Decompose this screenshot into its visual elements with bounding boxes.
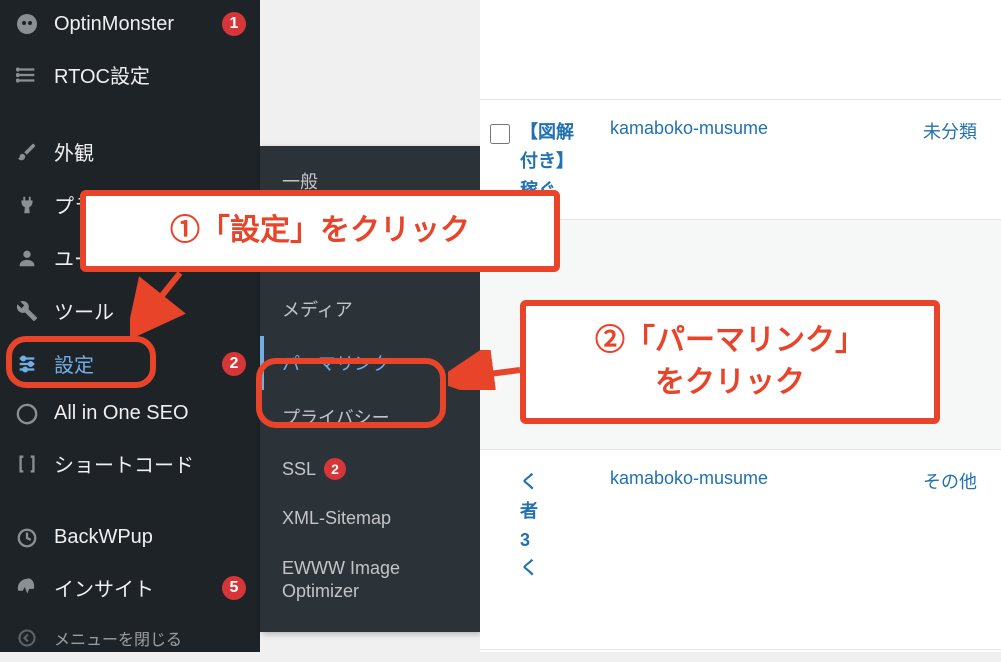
- sidebar-item-rtoc[interactable]: RTOC設定: [0, 48, 260, 101]
- annotation-text-line2: をクリック: [655, 366, 805, 399]
- user-icon: [14, 247, 40, 269]
- sidebar-item-insights[interactable]: インサイト 5: [0, 561, 260, 614]
- sidebar-item-label: OptinMonster: [54, 13, 208, 36]
- sidebar-item-aioseo[interactable]: All in One SEO: [0, 390, 260, 437]
- annotation-text: ①「設定」をクリック: [170, 214, 470, 247]
- submenu-item-media[interactable]: メディア: [260, 282, 480, 336]
- sidebar-item-label: BackWPup: [54, 526, 246, 549]
- annotation-ring-permalink: [256, 358, 446, 428]
- backwpup-icon: [14, 527, 40, 549]
- notification-badge: 5: [222, 576, 246, 600]
- notification-badge: 2: [324, 458, 346, 480]
- sidebar-item-label: All in One SEO: [54, 402, 246, 425]
- submenu-item-label: メディア: [282, 296, 353, 322]
- row-checkbox[interactable]: [490, 124, 510, 144]
- annotation-callout-1: ①「設定」をクリック: [80, 190, 560, 272]
- annotation-arrow-1: [130, 268, 190, 338]
- submenu-item-ewww[interactable]: EWWW Image Optimizer: [260, 543, 480, 618]
- sidebar-item-shortcode[interactable]: ショートコード: [0, 437, 260, 490]
- post-category[interactable]: 未分類: [923, 118, 977, 144]
- post-author[interactable]: kamaboko-musume: [610, 468, 768, 631]
- post-title[interactable]: 【図解付き】稼ぐ 次: [520, 118, 580, 201]
- collapse-icon: [14, 628, 40, 648]
- wrench-icon: [14, 300, 40, 322]
- sidebar-item-backwpup[interactable]: BackWPup: [0, 514, 260, 561]
- insights-icon: [14, 577, 40, 599]
- sidebar-item-label: インサイト: [54, 573, 208, 602]
- table-row[interactable]: く 者 3 く kamaboko-musume その他: [480, 450, 1001, 650]
- sidebar-item-label: ショートコード: [54, 449, 246, 478]
- plug-icon: [14, 194, 40, 216]
- sidebar-item-label: 外観: [54, 137, 246, 166]
- post-author[interactable]: kamaboko-musume: [610, 118, 768, 201]
- notification-badge: 2: [222, 352, 246, 376]
- sidebar-item-optinmonster[interactable]: OptinMonster 1: [0, 0, 260, 48]
- annotation-callout-2: ②「パーマリンク」 をクリック: [520, 300, 940, 424]
- post-category[interactable]: その他: [923, 468, 977, 494]
- optinmonster-icon: [14, 12, 40, 36]
- sidebar-item-label: RTOC設定: [54, 60, 246, 89]
- notification-badge: 1: [222, 12, 246, 36]
- sidebar-item-label: メニューを閉じる: [54, 626, 246, 650]
- submenu-item-label: SSL: [282, 459, 316, 480]
- brush-icon: [14, 141, 40, 163]
- annotation-text-line1: ②「パーマリンク」: [595, 324, 865, 357]
- shortcode-icon: [14, 453, 40, 475]
- list-icon: [14, 64, 40, 86]
- submenu-item-label: EWWW Image Optimizer: [282, 557, 458, 604]
- submenu-item-ssl[interactable]: SSL 2: [260, 444, 480, 494]
- submenu-item-label: XML-Sitemap: [282, 508, 391, 529]
- submenu-item-xmlsitemap[interactable]: XML-Sitemap: [260, 494, 480, 543]
- sidebar-item-collapse[interactable]: メニューを閉じる: [0, 614, 260, 662]
- seo-icon: [14, 403, 40, 425]
- annotation-arrow-2: [448, 350, 528, 390]
- annotation-ring-settings: [6, 336, 156, 388]
- post-title[interactable]: く 者 3 く: [520, 468, 580, 631]
- sidebar-item-appearance[interactable]: 外観: [0, 125, 260, 178]
